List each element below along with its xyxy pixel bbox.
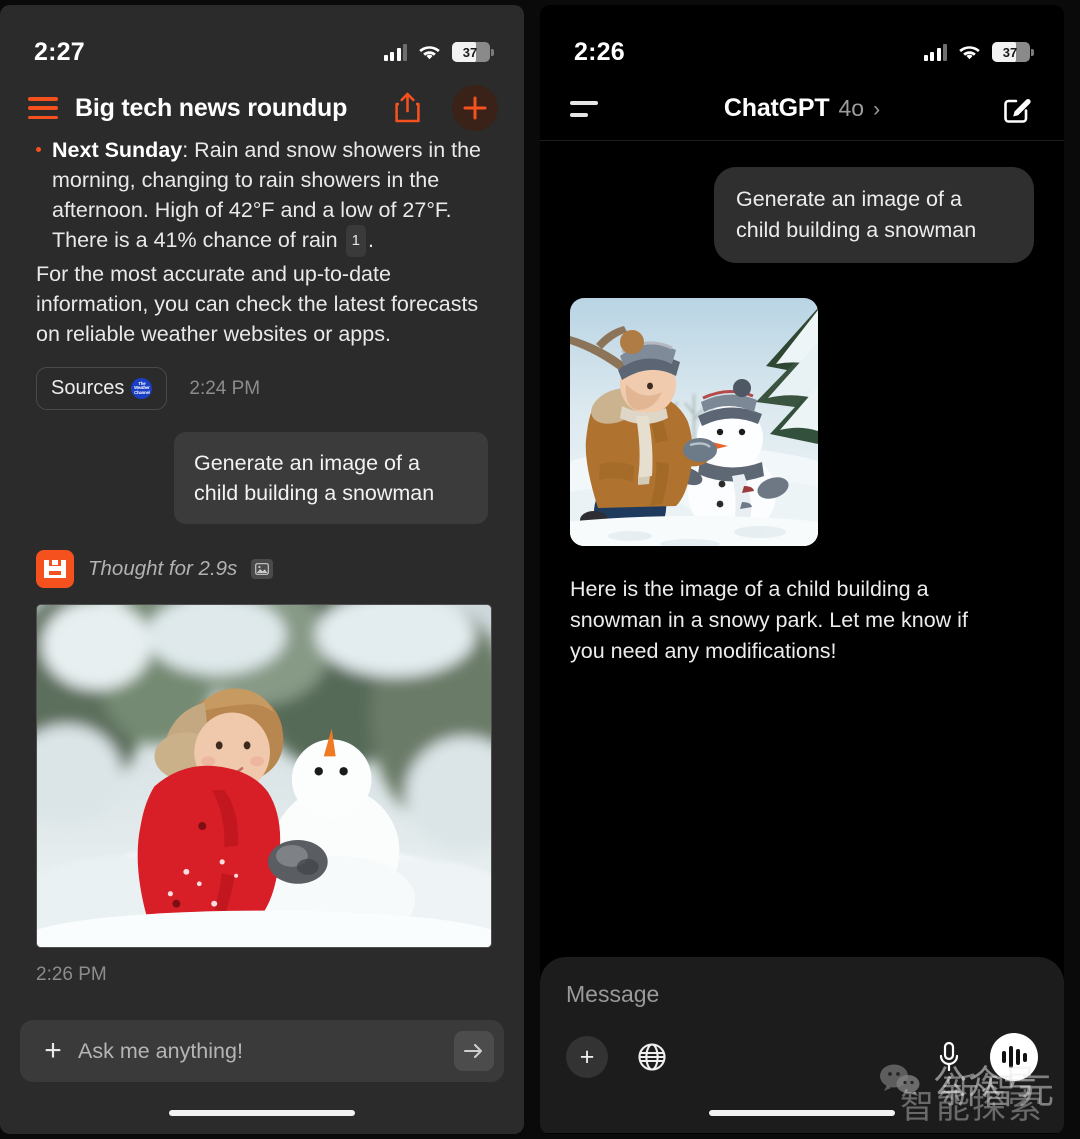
generated-image-artwork: [570, 298, 818, 546]
home-indicator-right: [709, 1110, 895, 1116]
send-button[interactable]: [454, 1031, 494, 1071]
assistant-message: Here is the image of a child building a …: [570, 577, 968, 663]
right-message-input[interactable]: Message: [566, 981, 1038, 1008]
left-status-bar: 2:27 37: [0, 5, 524, 77]
image-timestamp: 2:26 PM: [36, 964, 107, 985]
status-icons: 37: [923, 42, 1034, 62]
wifi-icon: [958, 44, 981, 61]
compose-icon[interactable]: [1000, 92, 1034, 126]
add-attachment-icon[interactable]: +: [36, 1036, 70, 1066]
forecast-tail: .: [367, 228, 374, 252]
thought-status-text: Thought for 2.9s: [88, 557, 238, 580]
battery-level: 37: [462, 44, 478, 60]
globe-icon[interactable]: [632, 1037, 672, 1077]
user-message-bubble: Generate an image of a child building a …: [714, 167, 1034, 263]
home-indicator-left: [169, 1110, 355, 1116]
status-time: 2:26: [574, 37, 625, 66]
watermark-text-tertiary: 智能探索: [900, 1087, 1044, 1127]
battery-level: 37: [1002, 44, 1018, 60]
generated-image-artwork: [37, 605, 491, 947]
cellular-icon: [383, 43, 407, 61]
add-attachment-button[interactable]: +: [566, 1036, 608, 1078]
the-weather-channel-logo: The Weather Channel: [131, 378, 153, 399]
left-composer[interactable]: + Ask me anything!: [20, 1020, 504, 1082]
dual-phone-screenshot: 2:27 37 Big tech news roundup Next Sunda…: [0, 0, 1080, 1139]
sources-label: Sources: [51, 377, 125, 399]
generated-image-left[interactable]: [36, 604, 492, 948]
sources-timestamp: 2:24 PM: [189, 377, 261, 399]
forecast-bullet: Next Sunday: Rain and snow showers in th…: [36, 139, 488, 257]
model-selector[interactable]: ChatGPT 4o ›: [724, 94, 880, 123]
thought-status-row[interactable]: Thought for 2.9s: [36, 550, 488, 588]
status-icons: 37: [383, 42, 494, 62]
forecast-paragraph: For the most accurate and up-to-date inf…: [36, 262, 479, 346]
left-app-header: Big tech news roundup: [0, 77, 524, 139]
image-icon: [251, 559, 274, 579]
user-message-bubble: Generate an image of a child building a …: [174, 432, 488, 524]
share-icon[interactable]: [392, 91, 422, 125]
hamburger-menu-icon[interactable]: [28, 97, 58, 119]
sidebar-toggle-icon[interactable]: [570, 100, 600, 117]
left-message-input[interactable]: Ask me anything!: [70, 1039, 454, 1064]
battery-icon: 37: [452, 42, 494, 62]
chevron-right-icon: ›: [873, 98, 881, 121]
status-time: 2:27: [34, 37, 85, 66]
model-version-label: 4o: [838, 95, 865, 121]
battery-icon: 37: [992, 42, 1034, 62]
right-phone-screen: 2:26 37 ChatGPT 4o › Generate an image o…: [540, 5, 1064, 1134]
left-conversation-body[interactable]: Next Sunday: Rain and snow showers in th…: [0, 139, 524, 1134]
app-brand-label: ChatGPT: [723, 94, 830, 122]
sources-row: Sources The Weather Channel 2:24 PM: [36, 367, 488, 410]
cellular-icon: [923, 43, 947, 61]
wifi-icon: [418, 44, 441, 61]
generated-image-right[interactable]: [570, 298, 818, 546]
right-status-bar: 2:26 37: [540, 5, 1064, 77]
sources-button[interactable]: Sources The Weather Channel: [36, 367, 168, 410]
right-conversation-body[interactable]: Generate an image of a child building a …: [540, 141, 1064, 1133]
citation-badge[interactable]: 1: [345, 225, 366, 257]
conversation-title: Big tech news roundup: [75, 93, 348, 122]
right-app-header: ChatGPT 4o ›: [540, 77, 1064, 141]
new-chat-button[interactable]: [452, 85, 498, 131]
forecast-day-label: Next Sunday: [52, 139, 183, 162]
assistant-app-icon: [36, 550, 74, 588]
left-phone-screen: 2:27 37 Big tech news roundup Next Sunda…: [0, 5, 524, 1134]
